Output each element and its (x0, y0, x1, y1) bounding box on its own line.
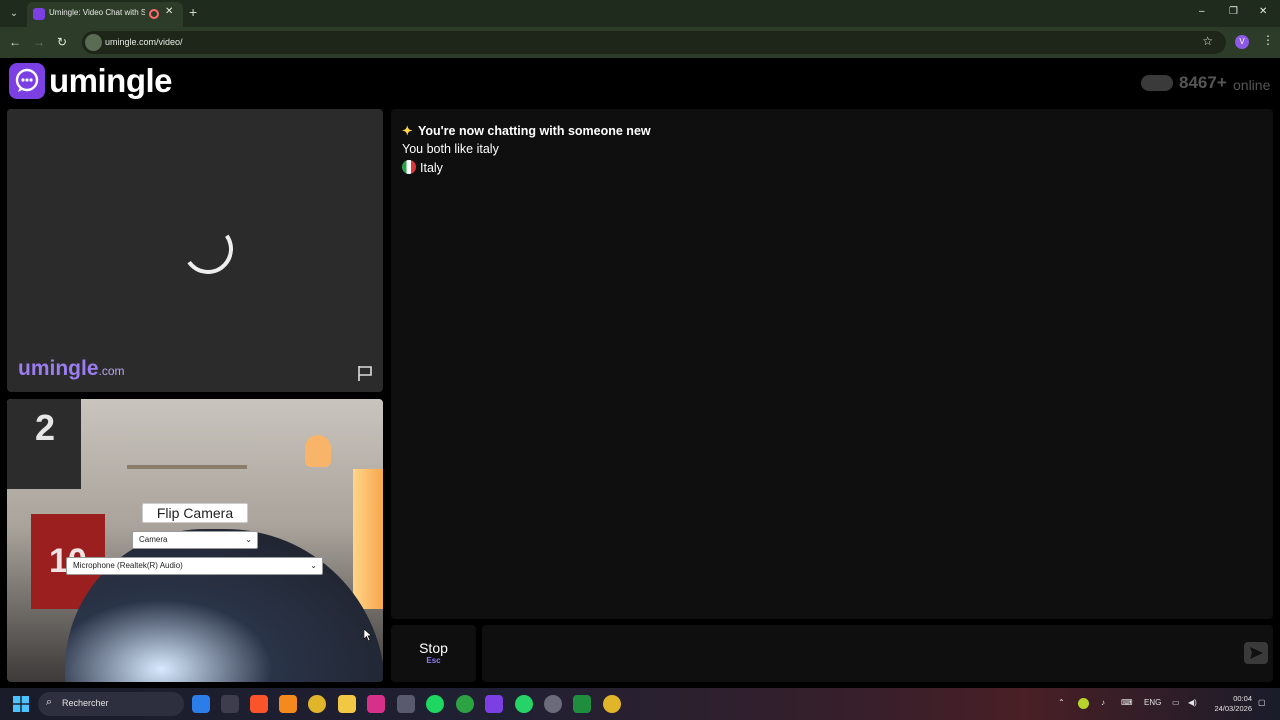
umingle-logo-icon[interactable] (9, 63, 45, 99)
watermark-name: umingle (18, 357, 99, 380)
restore-button[interactable]: ❐ (1229, 6, 1238, 17)
chrome-icon[interactable] (308, 695, 326, 713)
xbox-icon[interactable] (456, 695, 474, 713)
volume-icon[interactable]: ◀) (1188, 698, 1197, 707)
network-icon[interactable]: ▭ (1172, 698, 1180, 707)
flip-camera-button[interactable]: Flip Camera (142, 503, 248, 523)
logo-text[interactable]: umingle (49, 62, 173, 100)
instagram-icon[interactable] (367, 695, 385, 713)
whatsapp-icon[interactable] (515, 695, 533, 713)
taskbar-search[interactable]: ⌕ Rechercher (38, 692, 184, 716)
camera-select[interactable]: Camera ⌄ (132, 531, 258, 549)
close-window-button[interactable]: ✕ (1259, 6, 1267, 17)
message-input[interactable] (482, 625, 1273, 682)
forward-arrow-icon[interactable]: → (33, 35, 45, 49)
chat-message-text: You're now chatting with someone new (418, 124, 651, 138)
url-text: umingle.com/video/ (105, 37, 183, 47)
address-bar[interactable]: umingle.com/video/ ☆ (82, 31, 1226, 54)
search-icon: ⌕ (46, 696, 53, 708)
umingle-page: umingle 8467+ online umingle.com 2 10 Fl… (0, 58, 1280, 688)
system-clock[interactable]: 00:04 24/03/2026 (1208, 694, 1252, 714)
profile-avatar[interactable]: V (1235, 35, 1249, 49)
umingle-favicon-icon (33, 8, 45, 20)
play-icon[interactable] (573, 695, 591, 713)
brave-icon[interactable] (250, 695, 268, 713)
stop-label: Stop (419, 640, 448, 656)
online-label: online (1233, 77, 1271, 93)
tab-close-icon[interactable]: ✕ (165, 6, 173, 17)
windows-taskbar: ⌕ Rechercher ⌃ ♪ ⌨ ENG ▭ ◀) 00:04 24/03/… (0, 688, 1280, 720)
chat-message: Italy (402, 160, 443, 175)
windows-start-icon[interactable] (13, 696, 29, 712)
microphone-select-value: Microphone (Realtek(R) Audio) (73, 561, 183, 570)
discord-icon[interactable] (485, 695, 503, 713)
back-arrow-icon[interactable]: ← (9, 35, 21, 49)
online-count: 8467+ (1179, 73, 1227, 92)
minimize-button[interactable]: – (1199, 6, 1205, 17)
stop-button[interactable]: Stop Esc (391, 625, 476, 682)
task-view-icon[interactable] (221, 695, 239, 713)
stop-shortcut: Esc (426, 656, 441, 665)
loading-spinner-icon (179, 220, 237, 278)
camera-select-value: Camera (139, 535, 168, 544)
poster-number: 2 (35, 407, 56, 448)
tray-overflow-icon[interactable]: ⌃ (1058, 698, 1065, 707)
browser-tab[interactable]: Umingle: Video Chat with S ✕ (27, 2, 183, 27)
app-icon[interactable] (544, 695, 562, 713)
file-explorer-icon[interactable] (338, 695, 356, 713)
chevron-down-icon: ⌄ (310, 561, 317, 570)
new-tab-icon[interactable]: + (189, 4, 197, 20)
tab-title: Umingle: Video Chat with S (49, 8, 145, 17)
wall-poster-dark: 2 (7, 399, 81, 489)
browser-menu-icon[interactable]: ⋮ (1262, 33, 1274, 47)
chat-message-text: Italy (420, 161, 443, 175)
browser-toolbar: ← → ↻ umingle.com/video/ ☆ V ⋮ (0, 27, 1280, 58)
notifications-icon[interactable]: ▢ (1258, 698, 1266, 707)
language-indicator[interactable]: ENG (1144, 698, 1161, 707)
tab-search-chevron-icon[interactable]: ⌄ (6, 6, 22, 22)
chat-message: ✦ You're now chatting with someone new (402, 123, 651, 138)
send-icon[interactable] (1244, 642, 1268, 664)
search-label: Rechercher (62, 698, 109, 708)
self-video: 2 10 Flip Camera Camera ⌄ Microphone (Re… (7, 399, 383, 682)
microphone-icon[interactable]: ♪ (1101, 698, 1105, 707)
vlc-icon[interactable] (279, 695, 297, 713)
clock-time: 00:04 (1233, 694, 1252, 703)
clock-date: 24/03/2026 (1214, 704, 1252, 713)
sparkle-icon: ✦ (402, 124, 413, 138)
italy-flag-icon (402, 160, 416, 174)
lamp (305, 435, 331, 467)
reload-icon[interactable]: ↻ (57, 35, 67, 49)
bookmark-star-icon[interactable]: ☆ (1202, 34, 1213, 48)
microphone-select[interactable]: Microphone (Realtek(R) Audio) ⌄ (66, 557, 323, 575)
browser-tab-bar: ⌄ Umingle: Video Chat with S ✕ + – ❐ ✕ (0, 0, 1280, 27)
recording-indicator-icon (149, 9, 159, 19)
watermark-tld: .com (98, 364, 125, 378)
defender-icon[interactable] (192, 695, 210, 713)
chat-log: ✦ You're now chatting with someone new Yo… (391, 109, 1273, 619)
tray-app-icon[interactable] (1078, 698, 1089, 709)
report-flag-icon[interactable] (356, 364, 374, 382)
mouse-cursor-icon (363, 628, 373, 642)
chrome-active-icon[interactable] (603, 695, 621, 713)
light-strip (353, 469, 383, 609)
spotify-icon[interactable] (426, 695, 444, 713)
stranger-video: umingle.com (7, 109, 383, 392)
wall-shelf (127, 465, 247, 469)
chat-message: You both like italy (402, 142, 499, 156)
keyboard-icon[interactable]: ⌨ (1121, 698, 1133, 707)
person-silhouette (65, 529, 383, 682)
online-toggle[interactable] (1141, 75, 1173, 91)
site-info-icon[interactable] (85, 34, 102, 51)
video-watermark: umingle.com (18, 357, 125, 381)
chevron-down-icon: ⌄ (245, 535, 252, 544)
store-icon[interactable] (397, 695, 415, 713)
